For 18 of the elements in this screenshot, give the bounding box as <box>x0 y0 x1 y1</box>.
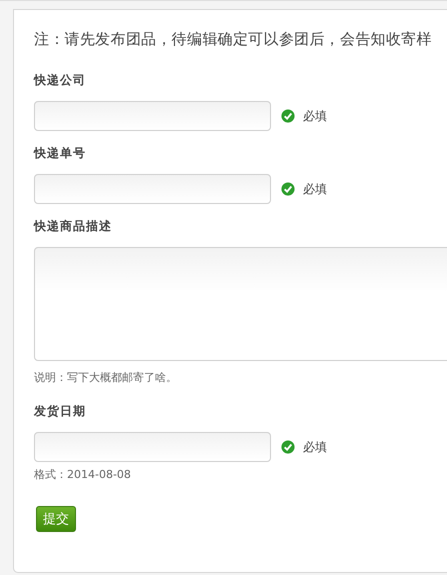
required-text: 必填 <box>303 438 327 456</box>
input-field[interactable] <box>34 174 271 204</box>
note-text: 注：请先发布团品，待编辑确定可以参团后，会告知收寄样 <box>34 30 433 49</box>
textarea-field[interactable] <box>34 247 447 361</box>
submit-button[interactable]: 提交 <box>36 506 76 532</box>
hint-text: 格式：2014-08-08 <box>34 467 132 482</box>
required-text: 必填 <box>303 108 327 124</box>
field-label: 快递商品描述 <box>34 218 113 235</box>
required-text: 必填 <box>303 180 327 198</box>
input-field[interactable] <box>34 101 271 131</box>
input-field[interactable] <box>34 432 271 462</box>
field-label: 发货日期 <box>34 403 87 420</box>
hint-text: 说明：写下大概都邮寄了啥。 <box>34 370 178 385</box>
field-label: 快递单号 <box>34 145 87 162</box>
field-label: 快递公司 <box>34 72 87 89</box>
check-icon <box>281 440 295 454</box>
check-icon <box>281 109 295 123</box>
check-icon <box>281 182 295 196</box>
